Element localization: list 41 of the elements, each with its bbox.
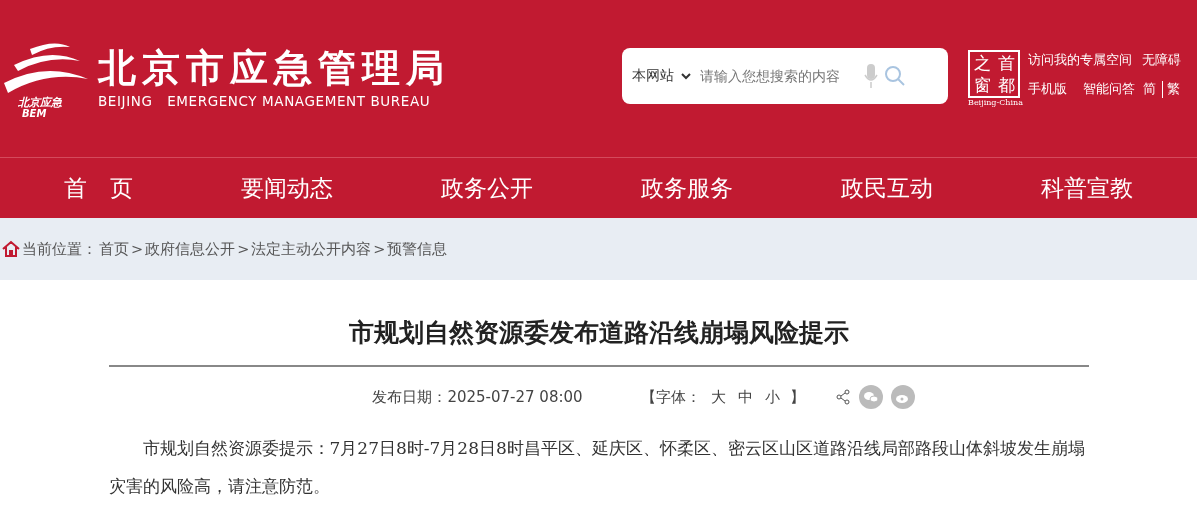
header-link[interactable]: 手机版	[1028, 81, 1067, 98]
home-icon	[2, 240, 20, 258]
publish-date: 发布日期：2025-07-27 08:00	[372, 387, 583, 407]
nav-tab[interactable]: 首 页	[50, 168, 147, 208]
chevron-down-icon	[680, 70, 692, 82]
breadcrumb-label: 当前位置：	[22, 239, 97, 259]
nav-tab[interactable]: 政务服务	[627, 168, 747, 208]
breadcrumb-link[interactable]: 首页	[99, 239, 129, 259]
breadcrumb-separator: >	[131, 241, 144, 257]
logo-mark-text: BEM	[22, 108, 47, 119]
header-link[interactable]: 繁	[1162, 81, 1180, 98]
header-link[interactable]: 访问我的专属空间	[1028, 52, 1132, 69]
header-link[interactable]: 简	[1143, 81, 1156, 98]
nav-tab[interactable]: 政民互动	[827, 168, 947, 208]
breadcrumb-link[interactable]: 法定主动公开内容	[251, 239, 372, 259]
header-link[interactable]: 无障碍	[1142, 52, 1181, 69]
breadcrumb-link[interactable]: 预警信息	[387, 239, 448, 259]
weibo-icon[interactable]	[890, 385, 915, 409]
article-title: 市规划自然资源委发布道路沿线崩塌风险提示	[108, 316, 1089, 367]
wechat-icon[interactable]	[858, 385, 883, 409]
site-subtitle: BEIJING EMERGENCY MANAGEMENT BUREAU	[98, 93, 432, 110]
breadcrumb-separator: >	[237, 241, 250, 257]
nav-tab[interactable]: 要闻动态	[227, 168, 347, 208]
article-body: 市规划自然资源委提示：7月27日8时-7月28日8时昌平区、延庆区、怀柔区、密云区山区道路沿线局部路段山体斜坡发生崩塌灾害的风险高，请注意防范。	[108, 437, 1086, 498]
font-size-link[interactable]: 大	[710, 387, 726, 407]
header-link[interactable]: 智能问答	[1083, 81, 1135, 98]
microphone-icon[interactable]	[864, 63, 878, 89]
breadcrumb-link[interactable]: 政府信息公开	[145, 239, 236, 259]
nav-tab[interactable]: 科普宣教	[1027, 168, 1147, 208]
font-size-label: 【字体：	[640, 387, 701, 407]
share-icon[interactable]	[834, 389, 851, 405]
site-title: 北京市应急管理局	[98, 47, 450, 90]
search-field[interactable]: 本网站 请输入您想搜索的内容	[622, 48, 948, 104]
search-scope-select[interactable]: 本网站	[632, 67, 674, 85]
font-size-bracket: 】	[789, 387, 805, 407]
breadcrumb-separator: >	[373, 241, 386, 257]
search-icon[interactable]	[884, 65, 906, 87]
font-size-link[interactable]: 中	[737, 387, 753, 407]
nav-tab[interactable]: 政务公开	[427, 168, 547, 208]
font-size-link[interactable]: 小	[764, 387, 780, 407]
logo-mark-text: 北京应急	[18, 96, 62, 108]
